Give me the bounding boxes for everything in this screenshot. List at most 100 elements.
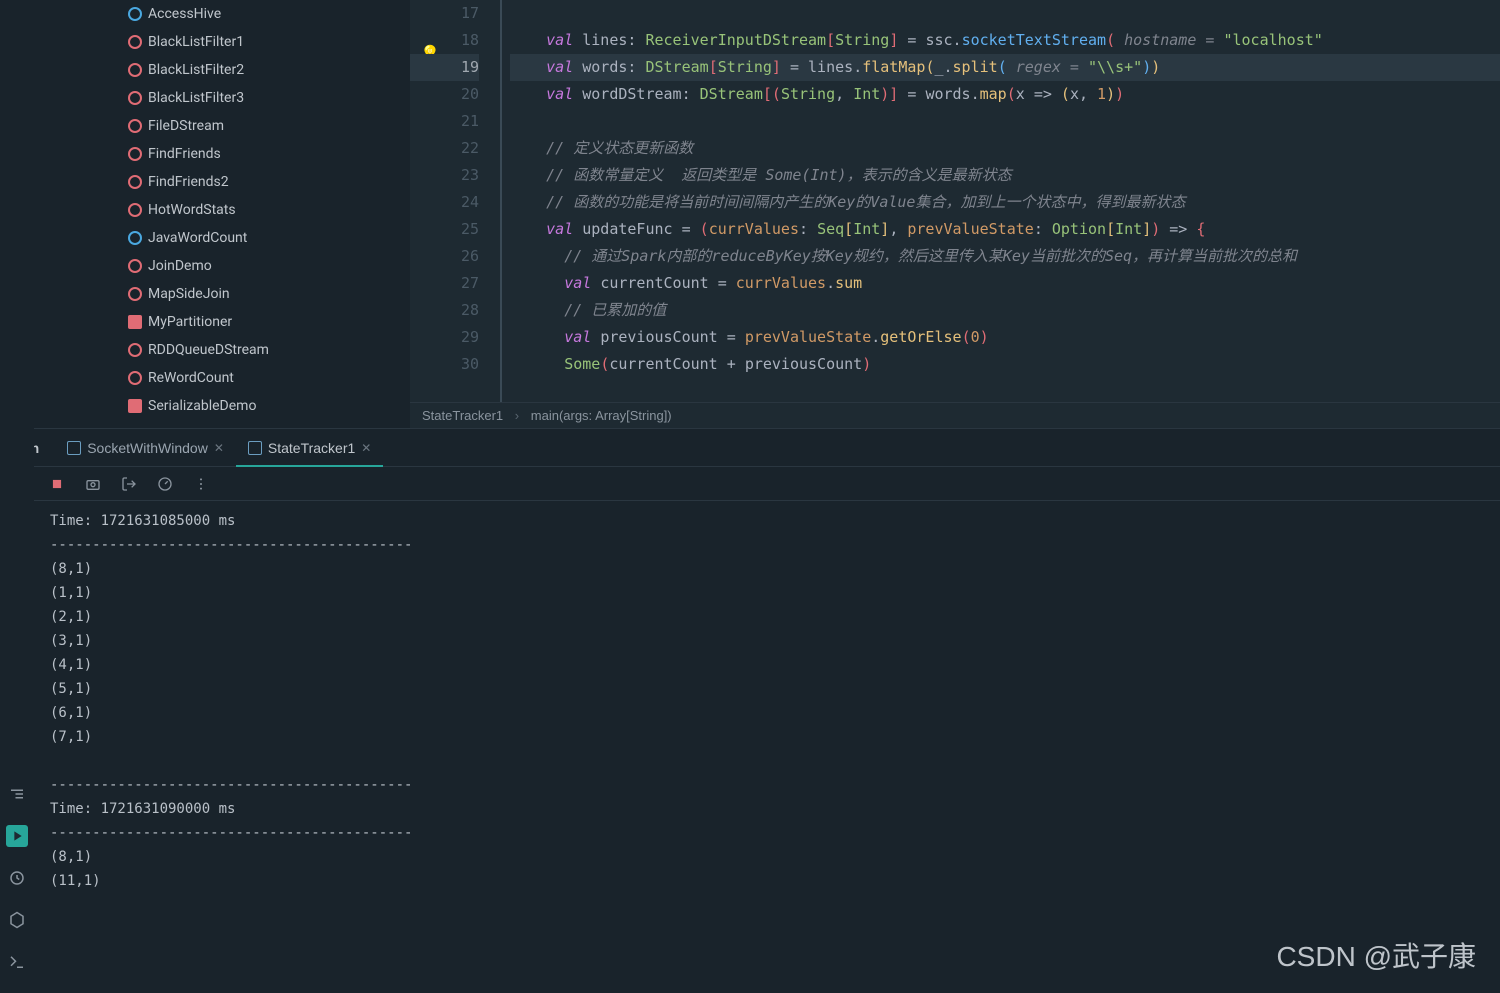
- run-panel: Run SocketWithWindow✕StateTracker1✕ ↑ ↓: [0, 428, 1500, 993]
- scala-object-icon: [128, 63, 142, 77]
- run-tabs-bar: Run SocketWithWindow✕StateTracker1✕: [0, 429, 1500, 467]
- tree-item-label: AccessHive: [148, 6, 221, 22]
- exit-icon[interactable]: [120, 475, 138, 493]
- scala-object-icon: [128, 259, 142, 273]
- line-number[interactable]: 23: [410, 162, 479, 189]
- run-tab-SocketWithWindow[interactable]: SocketWithWindow ✕: [55, 429, 236, 467]
- tree-item-SerializableDemo[interactable]: SerializableDemo: [0, 392, 410, 420]
- run-tool-icon[interactable]: [6, 825, 28, 847]
- editor-gutter: 💡 1718192021222324252627282930: [410, 0, 500, 402]
- code-line[interactable]: // 函数常量定义 返回类型是 Some(Int)，表示的含义是最新状态: [510, 162, 1500, 189]
- line-number[interactable]: 18: [410, 27, 479, 54]
- line-number[interactable]: 20: [410, 81, 479, 108]
- tool-icon-structure[interactable]: [6, 783, 28, 805]
- terminal-icon[interactable]: [6, 951, 28, 973]
- code-line[interactable]: [510, 108, 1500, 135]
- more-icon[interactable]: [192, 475, 210, 493]
- tree-item-MyPartitioner[interactable]: MyPartitioner: [0, 308, 410, 336]
- camera-icon[interactable]: [84, 475, 102, 493]
- tab-label: SocketWithWindow: [87, 440, 208, 456]
- tree-item-label: JoinDemo: [148, 258, 212, 274]
- tree-item-RDDQueueDStream[interactable]: RDDQueueDStream: [0, 336, 410, 364]
- tree-item-label: BlackListFilter3: [148, 90, 244, 106]
- line-number[interactable]: 25: [410, 216, 479, 243]
- line-number[interactable]: 17: [410, 0, 479, 27]
- line-number[interactable]: 30: [410, 351, 479, 378]
- code-line[interactable]: val lines: ReceiverInputDStream[String] …: [510, 27, 1500, 54]
- tree-item-label: HotWordStats: [148, 202, 236, 218]
- left-tool-strip: [0, 0, 34, 993]
- code-line[interactable]: Some(currentCount + previousCount): [510, 351, 1500, 378]
- tree-item-label: JavaWordCount: [148, 230, 247, 246]
- scala-object-icon: [128, 35, 142, 49]
- tree-item-JoinDemo[interactable]: JoinDemo: [0, 252, 410, 280]
- tree-item-FindFriends2[interactable]: FindFriends2: [0, 168, 410, 196]
- line-number[interactable]: 27: [410, 270, 479, 297]
- project-sidebar[interactable]: AccessHive BlackListFilter1 BlackListFilte…: [0, 0, 410, 428]
- close-icon[interactable]: ✕: [361, 441, 371, 455]
- tree-item-AccessHive[interactable]: AccessHive: [0, 0, 410, 28]
- tree-item-label: RDDQueueDStream: [148, 342, 269, 358]
- tab-label: StateTracker1: [268, 440, 355, 456]
- tree-item-FindFriends[interactable]: FindFriends: [0, 140, 410, 168]
- code-line[interactable]: val updateFunc = (currValues: Seq[Int], …: [510, 216, 1500, 243]
- editor-code[interactable]: val lines: ReceiverInputDStream[String] …: [500, 0, 1500, 402]
- tree-item-label: BlackListFilter1: [148, 34, 244, 50]
- gauge-icon[interactable]: [156, 475, 174, 493]
- scala-object-icon: [128, 343, 142, 357]
- scala-object-icon: [128, 119, 142, 133]
- console-toolbar: [0, 467, 1500, 501]
- scala-object-icon: [128, 203, 142, 217]
- tree-item-label: MapSideJoin: [148, 286, 230, 302]
- code-line[interactable]: val words: DStream[String] = lines.flatM…: [510, 54, 1500, 81]
- watermark: CSDN @武子康: [1276, 935, 1476, 975]
- run-config-icon: [248, 441, 262, 455]
- line-number[interactable]: 22: [410, 135, 479, 162]
- close-icon[interactable]: ✕: [214, 441, 224, 455]
- line-number[interactable]: 29: [410, 324, 479, 351]
- tree-item-label: FileDStream: [148, 118, 224, 134]
- code-line[interactable]: // 通过Spark内部的reduceByKey按Key规约，然后这里传入某Ke…: [510, 243, 1500, 270]
- scala-object-icon: [128, 91, 142, 105]
- code-line[interactable]: val wordDStream: DStream[(String, Int)] …: [510, 81, 1500, 108]
- tree-item-HotWordStats[interactable]: HotWordStats: [0, 196, 410, 224]
- tree-item-label: FindFriends: [148, 146, 221, 162]
- code-line[interactable]: val previousCount = prevValueState.getOr…: [510, 324, 1500, 351]
- scala-object-icon: [128, 175, 142, 189]
- tree-item-FileDStream[interactable]: FileDStream: [0, 112, 410, 140]
- line-number[interactable]: 28: [410, 297, 479, 324]
- code-line[interactable]: // 已累加的值: [510, 297, 1500, 324]
- scala-file-icon: [128, 399, 142, 413]
- breadcrumb-class[interactable]: StateTracker1: [422, 408, 503, 423]
- scala-object-icon: [128, 147, 142, 161]
- tree-item-label: SerializableDemo: [148, 398, 256, 414]
- tree-item-ReWordCount[interactable]: ReWordCount: [0, 364, 410, 392]
- run-config-icon: [67, 441, 81, 455]
- tree-item-BlackListFilter3[interactable]: BlackListFilter3: [0, 84, 410, 112]
- scala-object-icon: [128, 371, 142, 385]
- run-tab-StateTracker1[interactable]: StateTracker1 ✕: [236, 429, 383, 467]
- code-line[interactable]: [510, 0, 1500, 27]
- scala-file-icon: [128, 315, 142, 329]
- services-icon[interactable]: [6, 909, 28, 931]
- code-line[interactable]: val currentCount = currValues.sum: [510, 270, 1500, 297]
- tree-item-label: BlackListFilter2: [148, 62, 244, 78]
- scala-object-icon: [128, 287, 142, 301]
- line-number[interactable]: 21: [410, 108, 479, 135]
- tree-item-BlackListFilter2[interactable]: BlackListFilter2: [0, 56, 410, 84]
- scala-object-icon: [128, 231, 142, 245]
- profiler-icon[interactable]: [6, 867, 28, 889]
- tree-item-JavaWordCount[interactable]: JavaWordCount: [0, 224, 410, 252]
- console-output[interactable]: Time: 1721631085000 ms -----------------…: [38, 501, 1500, 993]
- tree-item-label: MyPartitioner: [148, 314, 232, 330]
- code-line[interactable]: // 函数的功能是将当前时间间隔内产生的Key的Value集合，加到上一个状态中…: [510, 189, 1500, 216]
- tree-item-BlackListFilter1[interactable]: BlackListFilter1: [0, 28, 410, 56]
- breadcrumb-method[interactable]: main(args: Array[String]): [531, 408, 672, 423]
- code-line[interactable]: // 定义状态更新函数: [510, 135, 1500, 162]
- tree-item-MapSideJoin[interactable]: MapSideJoin: [0, 280, 410, 308]
- line-number[interactable]: 26: [410, 243, 479, 270]
- line-number[interactable]: 19: [410, 54, 479, 81]
- breadcrumb[interactable]: StateTracker1 › main(args: Array[String]…: [410, 402, 1500, 428]
- stop-icon[interactable]: [48, 475, 66, 493]
- line-number[interactable]: 24: [410, 189, 479, 216]
